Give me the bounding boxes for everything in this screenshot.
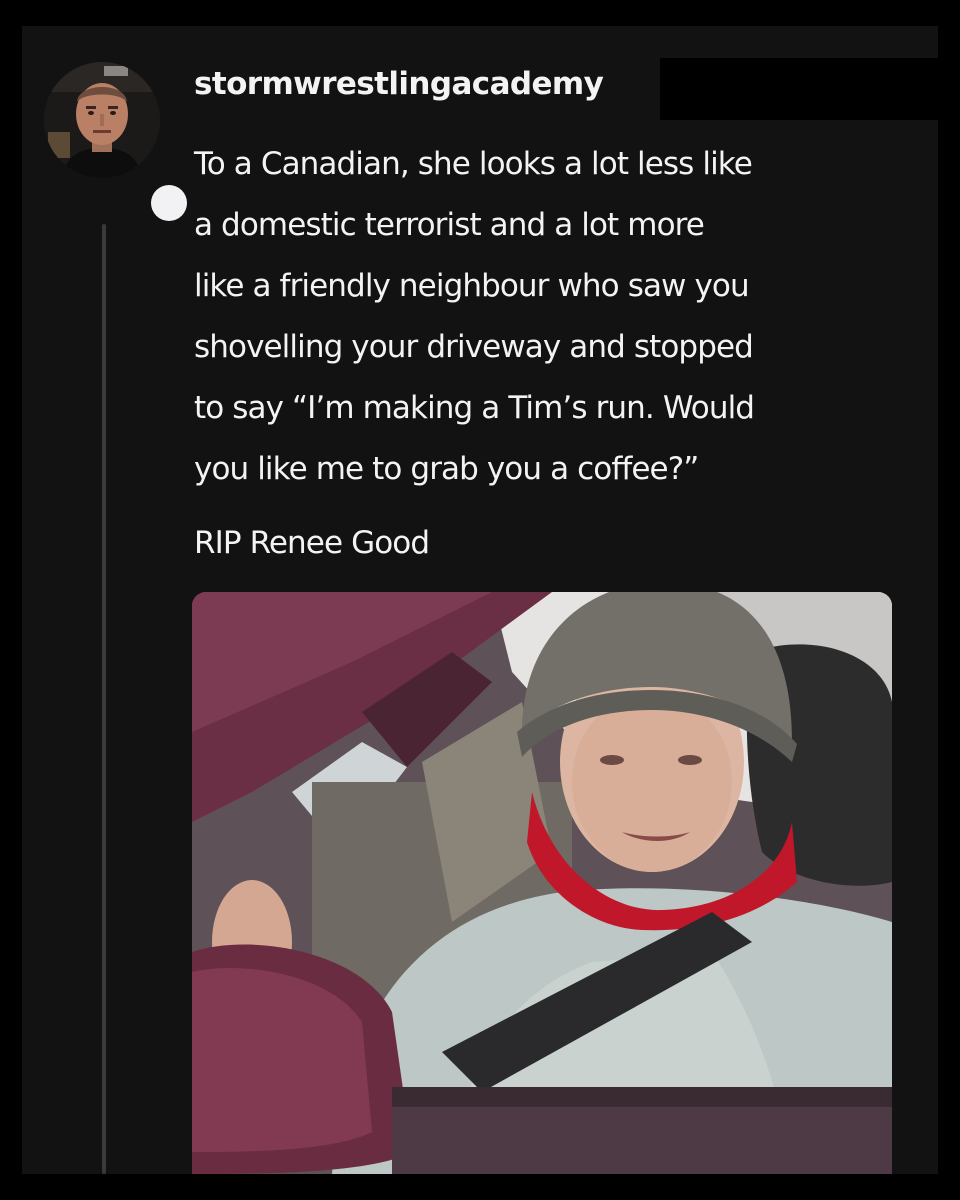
- post-signoff: RIP Renee Good: [194, 525, 430, 561]
- post-image[interactable]: [192, 592, 892, 1174]
- post-body-line: you like me to grab you a coffee?”: [194, 451, 699, 487]
- post-body-line: shovelling your driveway and stopped: [194, 329, 754, 365]
- post-body-line: to say “I’m making a Tim’s run. Would: [194, 390, 755, 426]
- post-body-line: like a friendly neighbour who saw you: [194, 268, 750, 304]
- avatar-status-badge: [142, 176, 196, 230]
- avatar-photo: [44, 62, 160, 178]
- post-body-line: a domestic terrorist and a lot more: [194, 207, 705, 243]
- screenshot-frame: stormwrestlingacademy To a Canadian, she…: [0, 0, 960, 1200]
- car-driver-photo: [192, 592, 892, 1174]
- post-body: To a Canadian, she looks a lot less like…: [194, 134, 924, 500]
- avatar[interactable]: [44, 62, 160, 178]
- status-dot-icon: [151, 185, 187, 221]
- post-body-line: To a Canadian, she looks a lot less like: [194, 146, 753, 182]
- redaction-bar: [660, 58, 938, 120]
- thread-connector-line: [102, 224, 106, 1174]
- post-username[interactable]: stormwrestlingacademy: [194, 62, 604, 106]
- thread-post: stormwrestlingacademy To a Canadian, she…: [22, 26, 938, 1174]
- avatar-container[interactable]: [44, 62, 196, 230]
